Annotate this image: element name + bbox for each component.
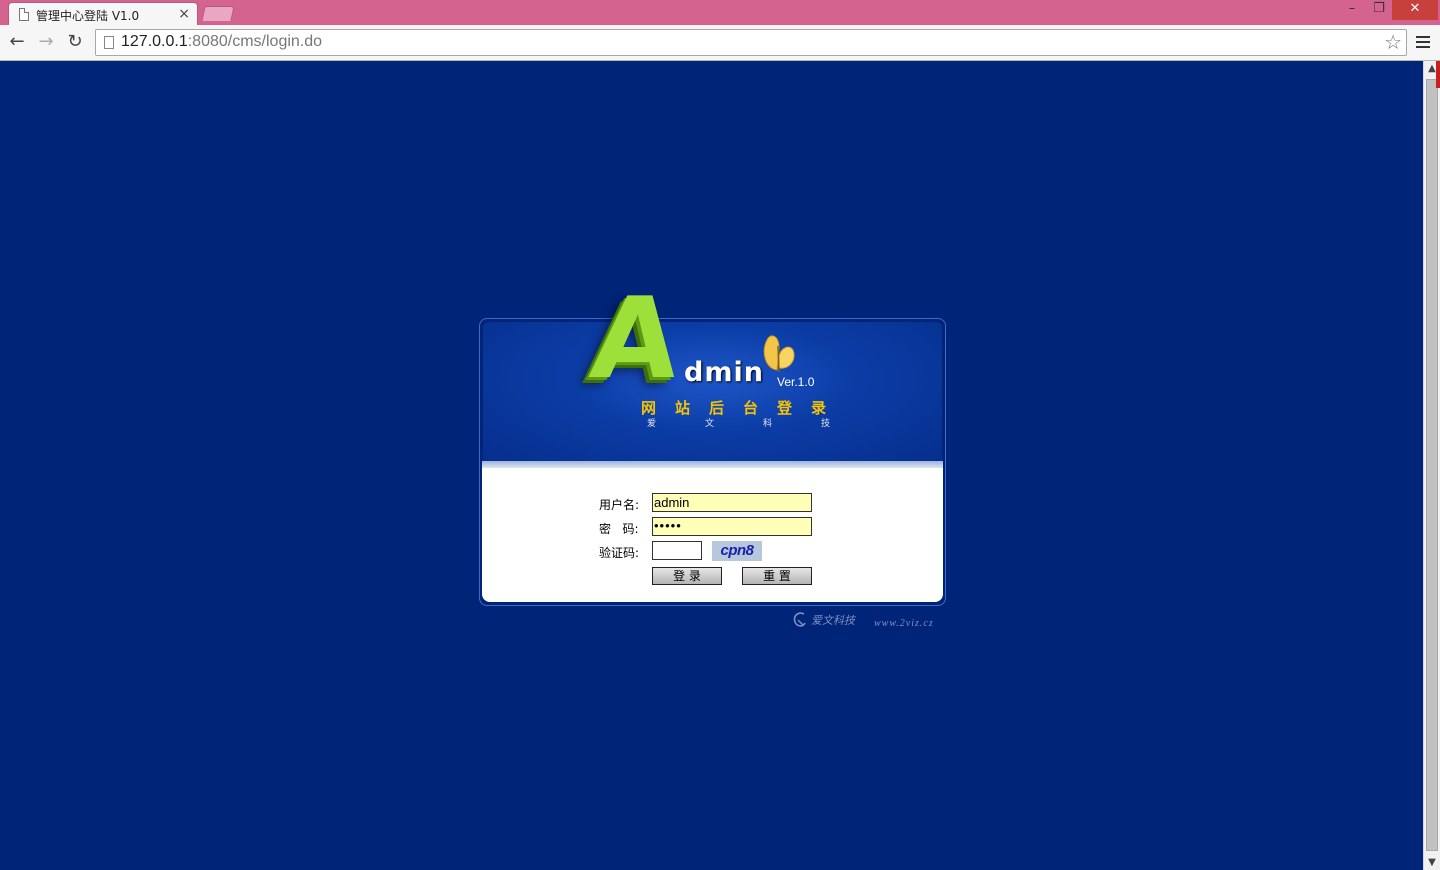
subtitle-char: 台 [743,399,759,417]
subtitle-char: 后 [709,399,725,417]
captcha-input[interactable] [652,541,702,560]
page-icon [104,36,114,49]
logo-letter-a: A [585,274,686,404]
bookmark-star-icon[interactable]: ☆ [1384,30,1402,54]
company-name: 爱 文 科 技 [643,416,843,429]
browser-titlebar: 管理中心登陆 V1.0 × – ❐ ✕ [0,0,1440,25]
password-input[interactable]: ••••• [652,517,812,536]
scroll-thumb[interactable] [1426,79,1438,851]
subtitle-char: 录 [811,399,827,417]
back-button[interactable]: ← [6,32,28,54]
version-label: Ver.1.0 [777,375,815,389]
company-char: 科 [763,419,773,429]
page-icon [19,8,29,21]
scroll-down-icon[interactable]: ▼ [1424,857,1440,868]
captcha-image[interactable]: cpn8 [712,541,762,561]
butterfly-icon [763,335,795,373]
company-char: 技 [821,419,831,429]
address-bar[interactable]: 127.0.0.1:8080/cms/login.do ☆ [95,29,1407,56]
reload-button[interactable]: ↻ [64,32,86,54]
footer-logo: 爱文科技 [792,611,862,631]
company-logo-icon [793,612,806,627]
username-input[interactable] [652,493,812,512]
login-button[interactable]: 登 录 [652,567,722,585]
url-text[interactable]: 127.0.0.1:8080/cms/login.do [121,33,322,51]
subtitle-char: 网 [641,399,657,417]
tab-close-icon[interactable]: × [178,6,190,22]
footer-url: www.2viz.cz [874,618,934,629]
scroll-marker [1436,61,1440,88]
browser-toolbar: ← → ↻ 127.0.0.1:8080/cms/login.do ☆ [0,25,1440,61]
login-banner [483,322,942,464]
close-window-button[interactable]: ✕ [1392,0,1438,20]
company-char: 文 [705,419,715,429]
new-tab-button[interactable] [201,6,235,21]
vertical-scrollbar[interactable]: ▲ ▼ [1423,61,1440,870]
footer-company-name: 爱文科技 [811,614,855,627]
subtitle-char: 站 [675,399,691,417]
username-label: 用户名: [599,498,640,512]
minimize-button[interactable]: – [1338,0,1366,20]
browser-tab[interactable]: 管理中心登陆 V1.0 × [8,2,198,25]
chrome-menu-icon[interactable] [1416,36,1430,48]
captcha-label: 验证码: [599,546,640,560]
reset-button[interactable]: 重 置 [742,567,812,585]
url-path: :8080/cms/login.do [187,33,323,50]
forward-button[interactable]: → [35,32,57,54]
url-host: 127.0.0.1 [121,33,188,50]
logo-text: dmin [684,357,764,388]
tab-title: 管理中心登陆 V1.0 [36,9,140,23]
maximize-button[interactable]: ❐ [1366,0,1392,20]
subtitle-char: 登 [777,399,793,417]
company-char: 爱 [647,419,657,429]
login-panel: A dmin Ver.1.0 网 站 后 台 登 录 爱 文 科 技 用户名: … [479,274,946,606]
password-label: 密 码: [599,522,639,536]
login-form: 用户名: 密 码: ••••• 验证码: cpn8 登 录 重 置 [482,468,943,602]
